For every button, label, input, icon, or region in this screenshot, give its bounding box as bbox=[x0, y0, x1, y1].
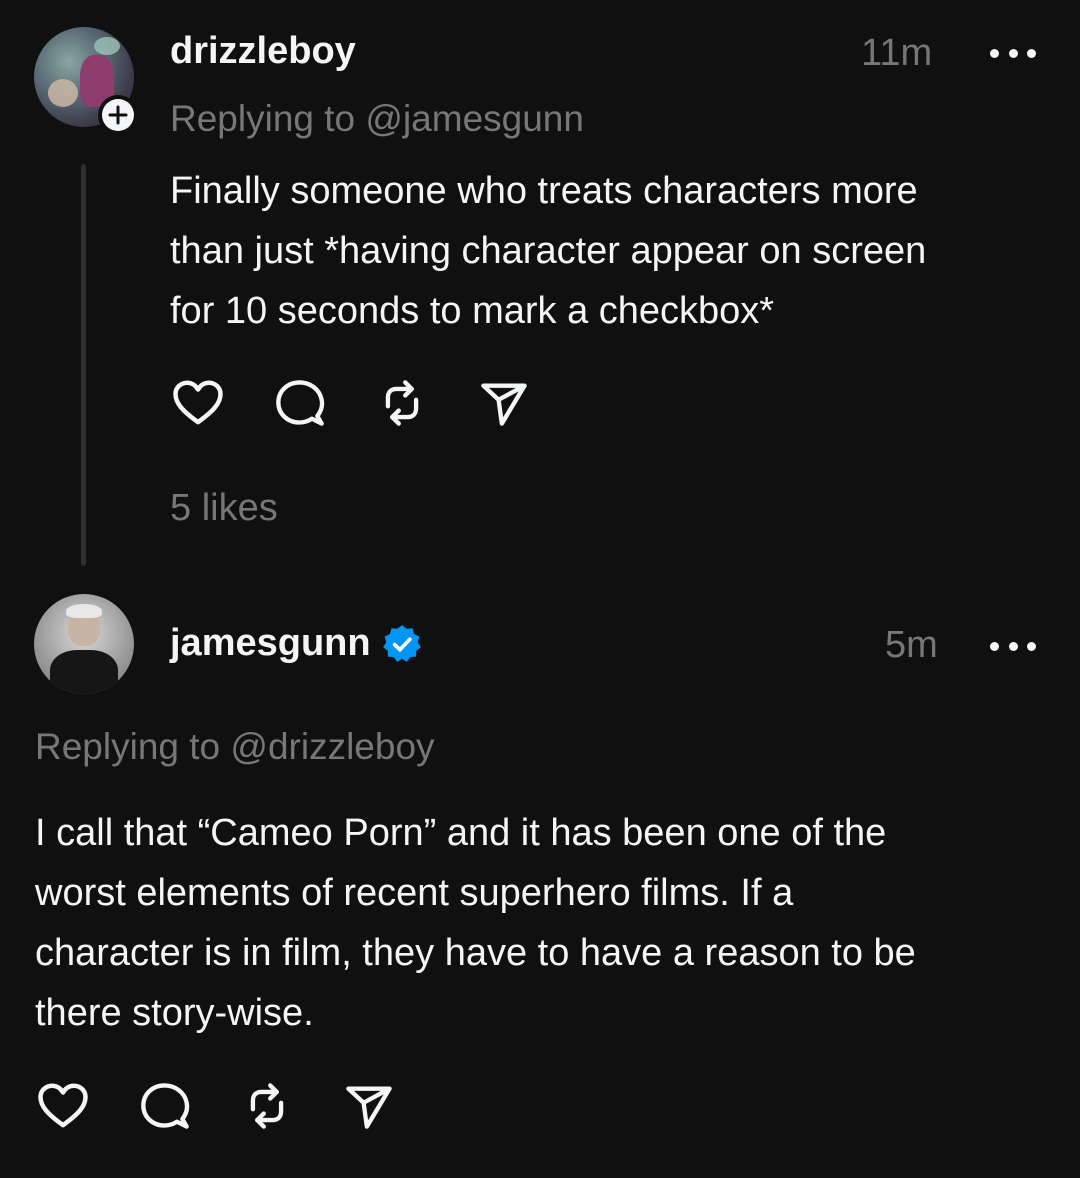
more-icon[interactable] bbox=[990, 47, 1036, 59]
avatar-detail bbox=[48, 79, 78, 107]
post-body-line: for 10 seconds to mark a checkbox* bbox=[170, 290, 775, 332]
replying-to-label: Replying to @drizzleboy bbox=[35, 726, 435, 767]
post-time: 11m bbox=[861, 32, 933, 74]
send-icon[interactable] bbox=[476, 375, 532, 431]
post-actions bbox=[35, 1078, 397, 1134]
avatar-detail bbox=[50, 650, 118, 694]
post-body: I call that “Cameo Porn” and it has been… bbox=[35, 803, 916, 1043]
avatar-detail bbox=[94, 37, 120, 55]
replying-to-label: Replying to @jamesgunn bbox=[170, 98, 584, 139]
post-body-line: there story-wise. bbox=[35, 992, 314, 1034]
repost-icon[interactable] bbox=[239, 1078, 295, 1134]
username-row: jamesgunn bbox=[170, 622, 423, 665]
repost-icon[interactable] bbox=[374, 375, 430, 431]
post-time: 5m bbox=[885, 624, 938, 666]
send-icon[interactable] bbox=[341, 1078, 397, 1134]
post-body: Finally someone who treats characters mo… bbox=[170, 161, 926, 341]
thread-line bbox=[81, 164, 86, 566]
username-drizzleboy[interactable]: drizzleboy bbox=[170, 30, 356, 73]
avatar-jamesgunn[interactable] bbox=[34, 594, 134, 694]
post-body-line: worst elements of recent superhero films… bbox=[35, 872, 794, 914]
avatar-detail bbox=[66, 604, 102, 618]
username-jamesgunn[interactable]: jamesgunn bbox=[170, 622, 371, 665]
post-body-line: than just *having character appear on sc… bbox=[170, 230, 927, 272]
post-actions bbox=[170, 375, 532, 431]
comment-icon[interactable] bbox=[137, 1078, 193, 1134]
post-body-line: Finally someone who treats characters mo… bbox=[170, 170, 918, 212]
verified-badge-icon bbox=[381, 623, 423, 665]
comment-icon[interactable] bbox=[272, 375, 328, 431]
post-body-line: I call that “Cameo Porn” and it has been… bbox=[35, 812, 887, 854]
post-body-line: character is in film, they have to have … bbox=[35, 932, 916, 974]
plus-icon bbox=[102, 99, 134, 131]
heart-icon[interactable] bbox=[35, 1078, 91, 1134]
likes-count[interactable]: 5 likes bbox=[170, 487, 278, 530]
follow-button[interactable] bbox=[98, 95, 138, 135]
more-icon[interactable] bbox=[990, 640, 1036, 652]
heart-icon[interactable] bbox=[170, 375, 226, 431]
